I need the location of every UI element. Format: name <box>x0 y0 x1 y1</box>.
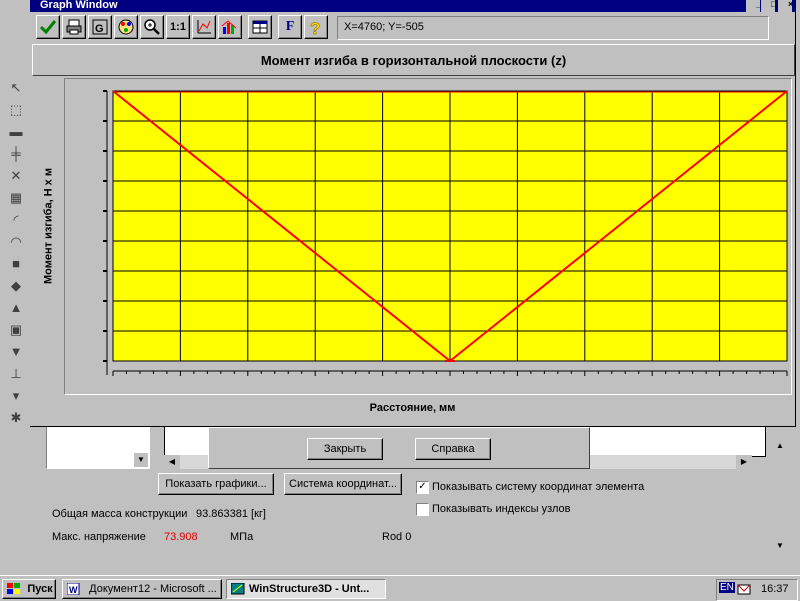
graph-toolbar: G 1:1 F ? X=4760; Y=-505 <box>30 13 795 41</box>
taskbar-item-word-label: Документ12 - Microsoft ... <box>89 583 217 595</box>
taskbar: Пуск W Документ12 - Microsoft ... WinStr… <box>0 575 800 601</box>
chart-header: Момент изгиба в горизонтальной плоскости… <box>32 44 795 76</box>
coord-system-button[interactable]: Система координат... <box>284 473 402 495</box>
taskbar-item-winstructure-label: WinStructure3D - Unt... <box>249 583 370 595</box>
bending-moment-chart[interactable] <box>65 79 789 392</box>
rod-label: Rod 0 <box>382 531 412 543</box>
start-label: Пуск <box>27 583 53 595</box>
show-node-indices-label: Показывать индексы узлов <box>432 503 571 515</box>
check-button[interactable] <box>36 15 60 39</box>
scroll-left-icon[interactable]: ◀ <box>164 455 180 469</box>
svg-text:G: G <box>95 23 104 35</box>
graph-window: Graph Window _ □ × G 1:1 F ? X=4760; Y=-… <box>30 0 796 427</box>
total-mass-value: 93.863381 [кг] <box>196 508 266 520</box>
scroll-up-icon[interactable]: ▲ <box>772 439 788 453</box>
max-stress-label: Макс. напряжение <box>52 531 146 543</box>
taskbar-item-winstructure[interactable]: WinStructure3D - Unt... <box>226 579 386 599</box>
start-button[interactable]: Пуск <box>2 579 56 599</box>
scroll-right-icon[interactable]: ▶ <box>736 455 752 469</box>
pointer-tool-icon[interactable]: ↖ <box>6 80 26 96</box>
square-tool-icon[interactable]: ▣ <box>6 322 26 338</box>
close-button[interactable]: × <box>778 0 794 12</box>
coord-system-label: Система координат... <box>289 478 397 490</box>
grid-button[interactable] <box>248 15 272 39</box>
window-title: Graph Window <box>40 0 118 11</box>
zoom-button[interactable] <box>140 15 164 39</box>
y-axis-label: Момент изгиба, Н х м <box>42 168 55 284</box>
axes-button[interactable] <box>192 15 216 39</box>
help-button[interactable]: ? <box>304 15 328 39</box>
font-label: F <box>285 19 295 34</box>
total-mass-label: Общая масса конструкции <box>52 508 188 520</box>
word-document-icon: W <box>67 583 80 595</box>
grid-tool-icon[interactable]: ▦ <box>6 190 26 206</box>
print-button[interactable] <box>62 15 86 39</box>
system-tray: EN 16:37 <box>716 579 798 601</box>
show-graphs-label: Показать графики... <box>165 478 267 490</box>
close-icon: × <box>788 0 794 9</box>
shape-tool-icon[interactable]: ◆ <box>6 278 26 294</box>
winstructure-app-icon <box>231 583 245 595</box>
grid-icon <box>252 20 268 34</box>
support-tool-icon[interactable]: ⊥ <box>6 366 26 382</box>
maximize-button[interactable]: □ <box>761 0 777 12</box>
show-node-indices-checkbox[interactable] <box>416 503 429 516</box>
max-stress-unit: МПа <box>230 531 254 543</box>
plot-frame <box>64 78 792 395</box>
help-dialog-button[interactable]: Справка <box>415 438 491 460</box>
show-graphs-button[interactable]: Показать графики... <box>158 473 274 495</box>
bar-chart-icon <box>221 20 237 34</box>
y-axis-label-area: Момент изгиба, Н х м <box>36 80 60 385</box>
close-dialog-button[interactable]: Закрыть <box>307 438 383 460</box>
title-bar[interactable]: Graph Window _ □ × <box>30 0 795 12</box>
font-button[interactable]: F <box>278 15 302 39</box>
axes-icon <box>197 20 211 34</box>
beam-tool-icon[interactable]: ▬ <box>6 124 26 140</box>
svg-text:W: W <box>69 585 78 595</box>
palette-icon <box>118 19 134 35</box>
scale-1-1-button[interactable]: 1:1 <box>166 15 190 39</box>
bar-chart-button[interactable] <box>218 15 242 39</box>
scroll-down-icon[interactable]: ▼ <box>772 539 788 553</box>
triangle-tool-icon[interactable]: ▲ <box>6 300 26 316</box>
coordinates-text: X=4760; Y=-505 <box>344 21 424 33</box>
arc-tool-icon[interactable]: ◜ <box>6 212 26 228</box>
max-stress-value: 73.908 <box>164 531 198 543</box>
show-coord-system-label: Показывать систему координат элемента <box>432 481 645 493</box>
rod-tool-icon[interactable]: ╪ <box>6 146 26 162</box>
windows-logo-icon <box>7 583 20 594</box>
settings-tool-icon[interactable]: ✱ <box>6 410 26 426</box>
language-indicator[interactable]: EN <box>719 582 735 593</box>
close-dialog-label: Закрыть <box>323 443 367 455</box>
print-icon <box>66 19 82 35</box>
clock[interactable]: 16:37 <box>761 583 789 595</box>
bucket-tool-icon[interactable]: ▾ <box>6 388 26 404</box>
minimize-button[interactable]: _ <box>746 0 761 12</box>
svg-text:?: ? <box>310 19 320 36</box>
curve-tool-icon[interactable]: ◠ <box>6 234 26 250</box>
load-tool-icon[interactable]: ▼ <box>6 344 26 360</box>
block-tool-icon[interactable]: ■ <box>6 256 26 272</box>
show-coord-system-checkbox[interactable]: ✓ <box>416 481 429 494</box>
check-icon <box>39 20 57 35</box>
taskbar-item-word[interactable]: W Документ12 - Microsoft ... <box>62 579 222 599</box>
copy-icon: G <box>92 19 108 35</box>
palette-button[interactable] <box>114 15 138 39</box>
chart-title: Момент изгиба в горизонтальной плоскости… <box>260 53 567 68</box>
x-axis-label: Расстояние, мм <box>369 402 456 414</box>
help-dialog-label: Справка <box>431 443 475 455</box>
maximize-icon: □ <box>771 0 777 9</box>
dialog-button-bar: Закрыть Справка <box>208 427 590 469</box>
zoom-icon <box>144 19 160 35</box>
copy-button[interactable]: G <box>88 15 112 39</box>
select-tool-icon[interactable]: ⬚ <box>6 102 26 118</box>
help-icon: ? <box>310 19 321 36</box>
node-tool-icon[interactable]: ✕ <box>6 168 26 184</box>
scale-1-1-label: 1:1 <box>170 21 186 33</box>
mail-icon[interactable] <box>737 582 751 596</box>
coordinates-display: X=4760; Y=-505 <box>337 16 769 40</box>
left-toolbar: ↖ ⬚ ▬ ╪ ✕ ▦ ◜ ◠ ■ ◆ ▲ ▣ ▼ ⊥ ▾ ✱ <box>0 68 32 468</box>
list-scroll-down-icon[interactable]: ▼ <box>134 453 148 467</box>
